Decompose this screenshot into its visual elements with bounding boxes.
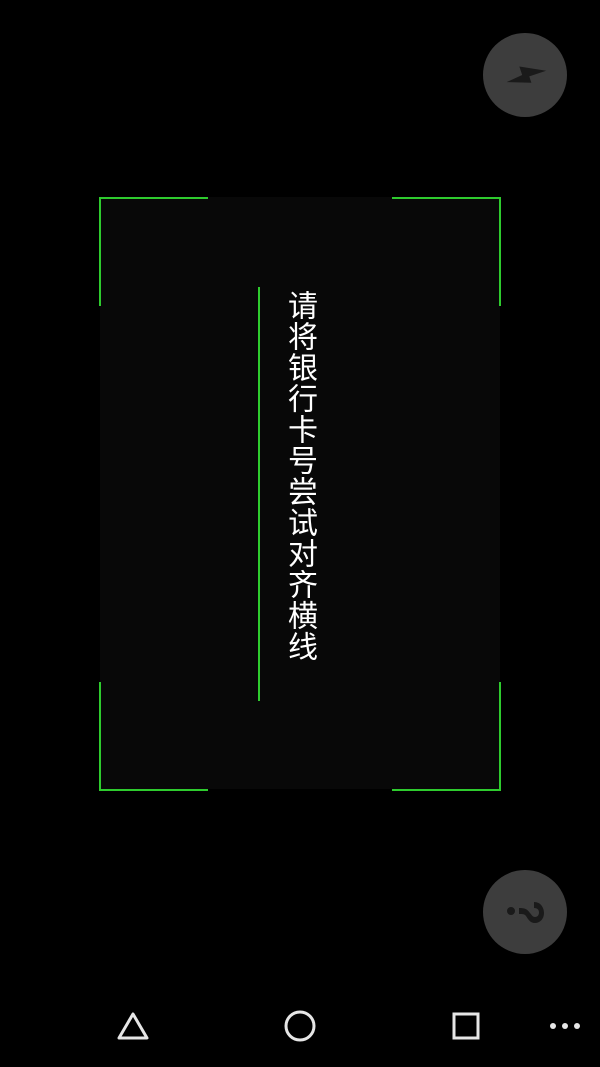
scan-hint-text: 请将银行卡号尝试对齐横线 — [282, 290, 317, 662]
nav-home-button[interactable] — [255, 985, 345, 1067]
card-number-align-line — [258, 287, 260, 701]
triangle-back-icon — [117, 1012, 149, 1040]
nav-recent-apps-button[interactable] — [421, 985, 511, 1067]
scan-frame-corner-bottom-left — [99, 682, 208, 791]
question-mark-icon — [507, 902, 544, 923]
nav-back-button[interactable] — [88, 985, 178, 1067]
lightning-icon — [506, 66, 547, 83]
scan-frame-corner-bottom-right — [392, 682, 501, 791]
scan-frame-corner-top-left — [99, 197, 208, 306]
square-recent-icon — [452, 1012, 480, 1040]
nav-menu-button[interactable] — [530, 985, 600, 1067]
more-dots-icon — [550, 1023, 580, 1029]
flash-toggle-button[interactable] — [483, 33, 567, 117]
card-scanner-screen: 请将银行卡号尝试对齐横线 — [0, 0, 600, 1067]
circle-home-icon — [284, 1010, 316, 1042]
scan-hint: 请将银行卡号尝试对齐横线 — [276, 290, 322, 700]
help-button[interactable] — [483, 870, 567, 954]
system-navigation-bar — [0, 985, 600, 1067]
scan-frame-corner-top-right — [392, 197, 501, 306]
